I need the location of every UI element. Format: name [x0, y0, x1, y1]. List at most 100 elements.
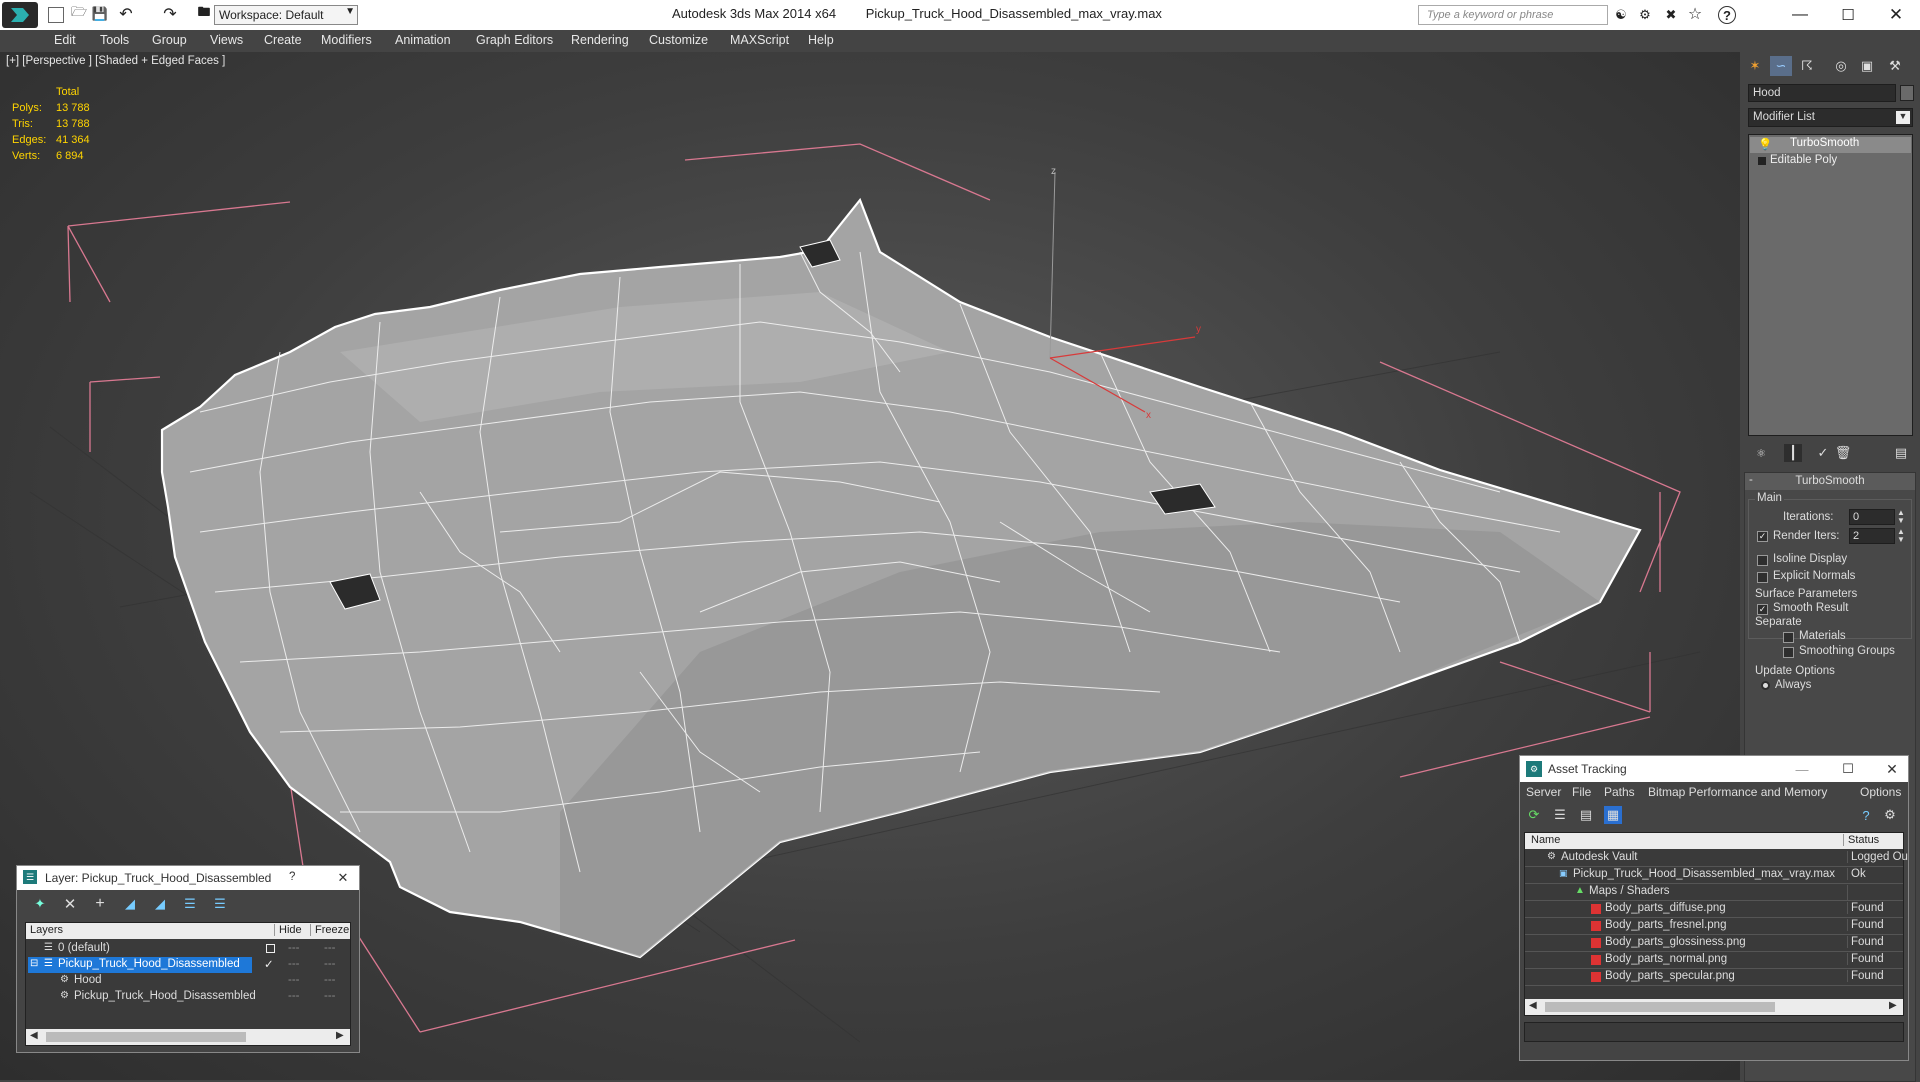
make-unique-icon[interactable]: ✓ [1814, 444, 1832, 462]
new-file-icon[interactable] [48, 7, 64, 23]
asset-path-field[interactable] [1524, 1022, 1904, 1042]
help-button[interactable]: ? [289, 871, 295, 883]
stack-item-turbosmooth[interactable]: 💡 TurboSmooth [1750, 137, 1911, 153]
menu-file[interactable]: File [1572, 785, 1591, 799]
redo-icon[interactable]: ↷ [160, 5, 180, 23]
asset-row[interactable]: Body_parts_glossiness.png Found [1525, 935, 1903, 952]
menu-modifiers[interactable]: Modifiers [321, 33, 372, 47]
menu-help[interactable]: Help [808, 33, 834, 47]
rollout-header[interactable]: - TurboSmooth [1745, 473, 1915, 490]
freeze-toggle[interactable]: --- [324, 958, 336, 970]
app-logo-button[interactable] [2, 2, 38, 28]
exchange-icon[interactable]: ✖ [1662, 7, 1680, 23]
modifier-list-dropdown[interactable]: Modifier List ▼ [1748, 108, 1913, 127]
maximize-icon[interactable]: ☐ [1830, 4, 1866, 26]
menu-maxscript[interactable]: MAXScript [730, 33, 789, 47]
scroll-right-icon[interactable]: ▶ [336, 1030, 344, 1041]
collapse-icon[interactable]: ⊟ [30, 958, 38, 969]
layer-row[interactable]: ☰ 0 (default) --- --- [26, 941, 350, 958]
modify-tab-icon[interactable]: ∽ [1770, 56, 1792, 76]
render-iters-checkbox[interactable]: ✓ [1757, 531, 1768, 542]
hide-toggle[interactable]: --- [288, 974, 300, 986]
close-icon[interactable]: ✕ [1882, 760, 1902, 778]
pin-stack-icon[interactable]: ⚛ [1752, 444, 1770, 462]
current-layer-checkbox[interactable] [266, 944, 275, 953]
menu-rendering[interactable]: Rendering [571, 33, 629, 47]
menu-paths[interactable]: Paths [1604, 785, 1635, 799]
asset-row[interactable]: ▣ Pickup_Truck_Hood_Disassembled_max_vra… [1525, 867, 1903, 884]
hide-all-icon[interactable]: ☰ [181, 896, 199, 912]
menu-create[interactable]: Create [264, 33, 302, 47]
hide-toggle[interactable]: --- [288, 958, 300, 970]
binoculars-icon[interactable]: ☯ [1612, 7, 1630, 23]
materials-checkbox[interactable] [1783, 632, 1794, 643]
smoothing-groups-checkbox[interactable] [1783, 647, 1794, 658]
lightbulb-icon[interactable]: 💡 [1758, 137, 1772, 151]
active-check-icon[interactable]: ✓ [264, 957, 274, 971]
scroll-thumb[interactable] [46, 1032, 246, 1042]
minimize-icon[interactable]: — [1792, 760, 1812, 778]
spinner-arrows-icon[interactable]: ▲ ▼ [1897, 509, 1905, 525]
show-end-result-icon[interactable]: ┃ [1784, 444, 1802, 462]
column-layers[interactable]: Layers [30, 924, 63, 936]
delete-layer-icon[interactable]: ✕ [61, 896, 79, 913]
motion-tab-icon[interactable]: ◎ [1830, 56, 1852, 76]
menu-options[interactable]: Options [1860, 785, 1901, 799]
remove-modifier-icon[interactable]: 🗑 [1834, 444, 1852, 462]
vault-settings-icon[interactable]: ⚙ [1882, 807, 1898, 823]
hierarchy-tab-icon[interactable]: ☈ [1796, 56, 1818, 76]
save-icon[interactable]: 💾 [92, 6, 108, 22]
table-view-icon[interactable]: ▦ [1604, 806, 1622, 824]
asset-row[interactable]: Body_parts_fresnel.png Found [1525, 918, 1903, 935]
smooth-result-checkbox[interactable]: ✓ [1757, 604, 1768, 615]
object-color-swatch[interactable] [1900, 85, 1914, 101]
plus-icon[interactable] [1758, 157, 1766, 165]
hide-toggle[interactable]: --- [288, 990, 300, 1002]
iterations-spinner[interactable]: 0 [1849, 509, 1895, 525]
menu-views[interactable]: Views [210, 33, 243, 47]
add-to-layer-icon[interactable]: + [91, 895, 109, 912]
search-input[interactable]: Type a keyword or phrase [1418, 5, 1608, 25]
horizontal-scrollbar[interactable]: ◀ ▶ [26, 1029, 350, 1045]
asset-row[interactable]: Body_parts_diffuse.png Found [1525, 901, 1903, 918]
object-name-field[interactable]: Hood [1748, 84, 1896, 102]
asset-row[interactable]: ⚙ Autodesk Vault Logged Ou [1525, 850, 1908, 867]
scroll-left-icon[interactable]: ◀ [30, 1030, 38, 1041]
freeze-toggle[interactable]: --- [324, 990, 336, 1002]
utilities-tab-icon[interactable]: ⚒ [1884, 56, 1906, 76]
scroll-left-icon[interactable]: ◀ [1529, 1000, 1537, 1011]
list-view-icon[interactable]: ☰ [1552, 807, 1568, 823]
key-icon[interactable]: ⚙ [1636, 7, 1654, 23]
select-in-layer-icon[interactable]: ◢ [121, 896, 139, 912]
menu-customize[interactable]: Customize [649, 33, 708, 47]
create-layer-icon[interactable]: ✦ [31, 896, 49, 912]
menu-tools[interactable]: Tools [100, 33, 129, 47]
highlight-layer-icon[interactable]: ◢ [151, 896, 169, 912]
favorites-star-icon[interactable]: ☆ [1686, 5, 1704, 23]
layer-object-row[interactable]: ⚙ Hood --- --- [26, 973, 350, 990]
menu-animation[interactable]: Animation [395, 33, 451, 47]
project-folder-icon[interactable]: 🖿 [196, 4, 212, 22]
menu-graph-editors[interactable]: Graph Editors [476, 33, 553, 47]
explicit-normals-checkbox[interactable] [1757, 572, 1768, 583]
maximize-icon[interactable]: ☐ [1838, 760, 1858, 778]
layer-row-selected[interactable]: ⊟ ☰ Pickup_Truck_Hood_Disassembled ✓ ---… [26, 957, 350, 974]
asset-row[interactable]: Body_parts_specular.png Found [1525, 969, 1903, 986]
undo-icon[interactable]: ↶ [116, 5, 136, 23]
column-status[interactable]: Status [1843, 834, 1903, 846]
isoline-checkbox[interactable] [1757, 555, 1768, 566]
vault-help-icon[interactable]: ? [1858, 807, 1874, 823]
freeze-toggle[interactable]: --- [324, 974, 336, 986]
column-name[interactable]: Name [1531, 834, 1560, 846]
layer-object-row[interactable]: ⚙ Pickup_Truck_Hood_Disassembled --- --- [26, 989, 350, 1006]
menu-bitmap-performance[interactable]: Bitmap Performance and Memory [1648, 785, 1827, 799]
thumbnail-view-icon[interactable]: ▤ [1578, 807, 1594, 823]
freeze-all-icon[interactable]: ☰ [211, 896, 229, 912]
stack-item-editable-poly[interactable]: Editable Poly [1750, 154, 1911, 170]
menu-edit[interactable]: Edit [54, 33, 76, 47]
asset-row[interactable]: ▲ Maps / Shaders [1525, 884, 1903, 901]
scroll-thumb[interactable] [1545, 1002, 1775, 1012]
create-tab-icon[interactable]: ✶ [1744, 56, 1766, 76]
column-hide[interactable]: Hide [274, 924, 302, 936]
menu-group[interactable]: Group [152, 33, 187, 47]
